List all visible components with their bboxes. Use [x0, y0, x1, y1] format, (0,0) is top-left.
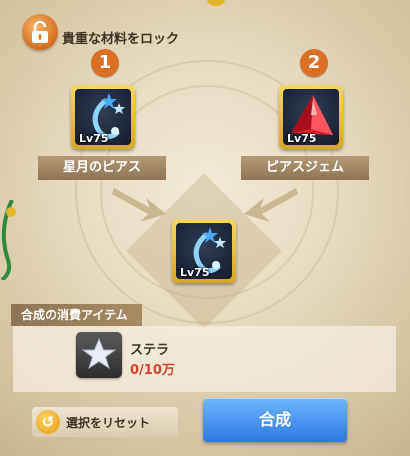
- material-slot-1[interactable]: Lv75: [71, 85, 135, 149]
- reset-icon: ↺: [36, 410, 60, 434]
- reset-selection-button[interactable]: ↺ 選択をリセット: [32, 407, 178, 437]
- consume-box: [13, 326, 396, 392]
- item-level: Lv75: [79, 132, 109, 145]
- material-1-name: 星月のピアス: [38, 156, 166, 180]
- consume-item-count: 0/10万: [130, 363, 175, 378]
- material-slot-2[interactable]: Lv75: [279, 85, 343, 149]
- material-1-number: 1: [91, 49, 119, 77]
- consume-item-name: ステラ: [130, 343, 170, 358]
- consume-section-title: 合成の消費アイテム: [11, 304, 142, 326]
- padlock-icon: [32, 20, 48, 43]
- reset-selection-label: 選択をリセット: [66, 416, 151, 430]
- material-2-number: 2: [300, 49, 328, 77]
- synthesize-button[interactable]: 合成: [203, 398, 347, 442]
- consume-item-slot: [76, 332, 122, 378]
- result-slot[interactable]: Lv75: [172, 219, 236, 283]
- vine-decoration: [0, 200, 16, 280]
- lock-materials-button[interactable]: [22, 14, 58, 50]
- synthesis-panel: 貴重な材料をロック 1 Lv75 星月のピアス 2 Lv75 ピアスジェム Lv…: [0, 0, 410, 456]
- silver-star-icon: [81, 337, 117, 370]
- material-2-name: ピアスジェム: [241, 156, 369, 180]
- item-level: Lv75: [180, 266, 210, 279]
- item-level: Lv75: [287, 132, 317, 145]
- gold-ornament: [207, 0, 225, 6]
- lock-materials-label: 貴重な材料をロック: [62, 32, 180, 47]
